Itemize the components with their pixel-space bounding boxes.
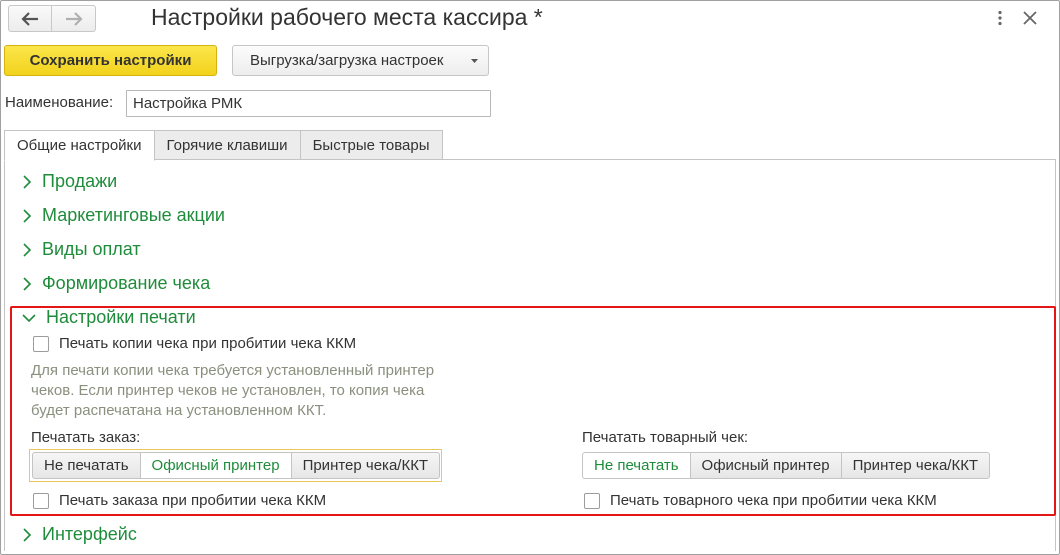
print-order-selector: Не печатать Офисный принтер Принтер чека… (29, 449, 443, 482)
goods-receipt-option-kkt[interactable]: Принтер чека/ККТ (840, 452, 991, 479)
group-receipt[interactable]: Формирование чека (22, 273, 210, 294)
group-printing[interactable]: Настройки печати (22, 307, 196, 328)
export-import-label: Выгрузка/загрузка настроек (250, 52, 444, 69)
export-import-button[interactable]: Выгрузка/загрузка настроек (232, 45, 489, 76)
print-order-label: Печатать заказ: (31, 429, 141, 446)
group-payments-label: Виды оплат (42, 239, 141, 259)
close-icon[interactable] (1022, 10, 1038, 26)
chevron-right-icon (23, 174, 32, 189)
print-goods-receipt-checkbox-label: Печать товарного чека при пробитии чека … (610, 492, 937, 509)
tab-hotkeys[interactable]: Горячие клавиши (153, 130, 301, 160)
forward-button[interactable] (52, 5, 96, 32)
print-order-on-receipt-option: Печать заказа при пробитии чека ККМ (33, 492, 326, 509)
print-goods-receipt-label: Печатать товарный чек: (582, 429, 749, 446)
print-order-checkbox[interactable] (33, 492, 49, 509)
copy-receipt-option: Печать копии чека при пробитии чека ККМ (33, 335, 356, 352)
group-receipt-label: Формирование чека (42, 273, 211, 293)
copy-receipt-label: Печать копии чека при пробитии чека ККМ (59, 335, 357, 352)
print-goods-receipt-selector: Не печатать Офисный принтер Принтер чека… (582, 452, 991, 479)
group-marketing-label: Маркетинговые акции (42, 205, 225, 225)
print-order-checkbox-label: Печать заказа при пробитии чека ККМ (59, 492, 327, 509)
copy-receipt-checkbox[interactable] (33, 335, 49, 352)
chevron-down-icon (22, 313, 36, 322)
name-label: Наименование: (5, 94, 114, 111)
group-interface-label: Интерфейс (42, 524, 137, 544)
group-sales[interactable]: Продажи (22, 171, 117, 192)
chevron-right-icon (23, 208, 32, 223)
print-goods-receipt-on-receipt-option: Печать товарного чека при пробитии чека … (584, 492, 937, 509)
arrow-right-icon (65, 11, 83, 26)
navigation-buttons (8, 5, 96, 32)
chevron-right-icon (23, 527, 32, 542)
group-marketing[interactable]: Маркетинговые акции (22, 205, 225, 226)
chevron-right-icon (23, 276, 32, 291)
printing-hint: Для печати копии чека требуется установл… (31, 361, 501, 421)
tab-quick-goods[interactable]: Быстрые товары (299, 130, 443, 160)
dropdown-caret-icon (471, 59, 478, 63)
more-vertical-icon[interactable] (990, 10, 1010, 26)
print-goods-receipt-checkbox[interactable] (584, 492, 600, 509)
group-interface[interactable]: Интерфейс (22, 524, 137, 545)
print-order-option-office[interactable]: Офисный принтер (139, 452, 292, 479)
goods-receipt-option-office[interactable]: Офисный принтер (689, 452, 842, 479)
group-printing-label: Настройки печати (46, 307, 196, 327)
tab-bar: Общие настройки Горячие клавиши Быстрые … (4, 130, 443, 161)
group-payments[interactable]: Виды оплат (22, 239, 141, 260)
name-input[interactable] (126, 90, 491, 117)
print-order-option-none[interactable]: Не печатать (32, 452, 141, 479)
hint-line: будет распечатана на установленном ККТ. (31, 402, 327, 419)
chevron-right-icon (23, 242, 32, 257)
hint-line: чеков. Если принтер чеков не установлен,… (31, 382, 425, 399)
back-button[interactable] (8, 5, 52, 32)
window-title: Настройки рабочего места кассира * (151, 4, 543, 30)
group-sales-label: Продажи (42, 171, 118, 191)
save-settings-button[interactable]: Сохранить настройки (4, 45, 217, 76)
goods-receipt-option-none[interactable]: Не печатать (582, 452, 691, 479)
tab-general[interactable]: Общие настройки (4, 130, 155, 161)
hint-line: Для печати копии чека требуется установл… (31, 362, 435, 379)
arrow-left-icon (21, 11, 38, 26)
print-order-option-kkt[interactable]: Принтер чека/ККТ (290, 452, 441, 479)
